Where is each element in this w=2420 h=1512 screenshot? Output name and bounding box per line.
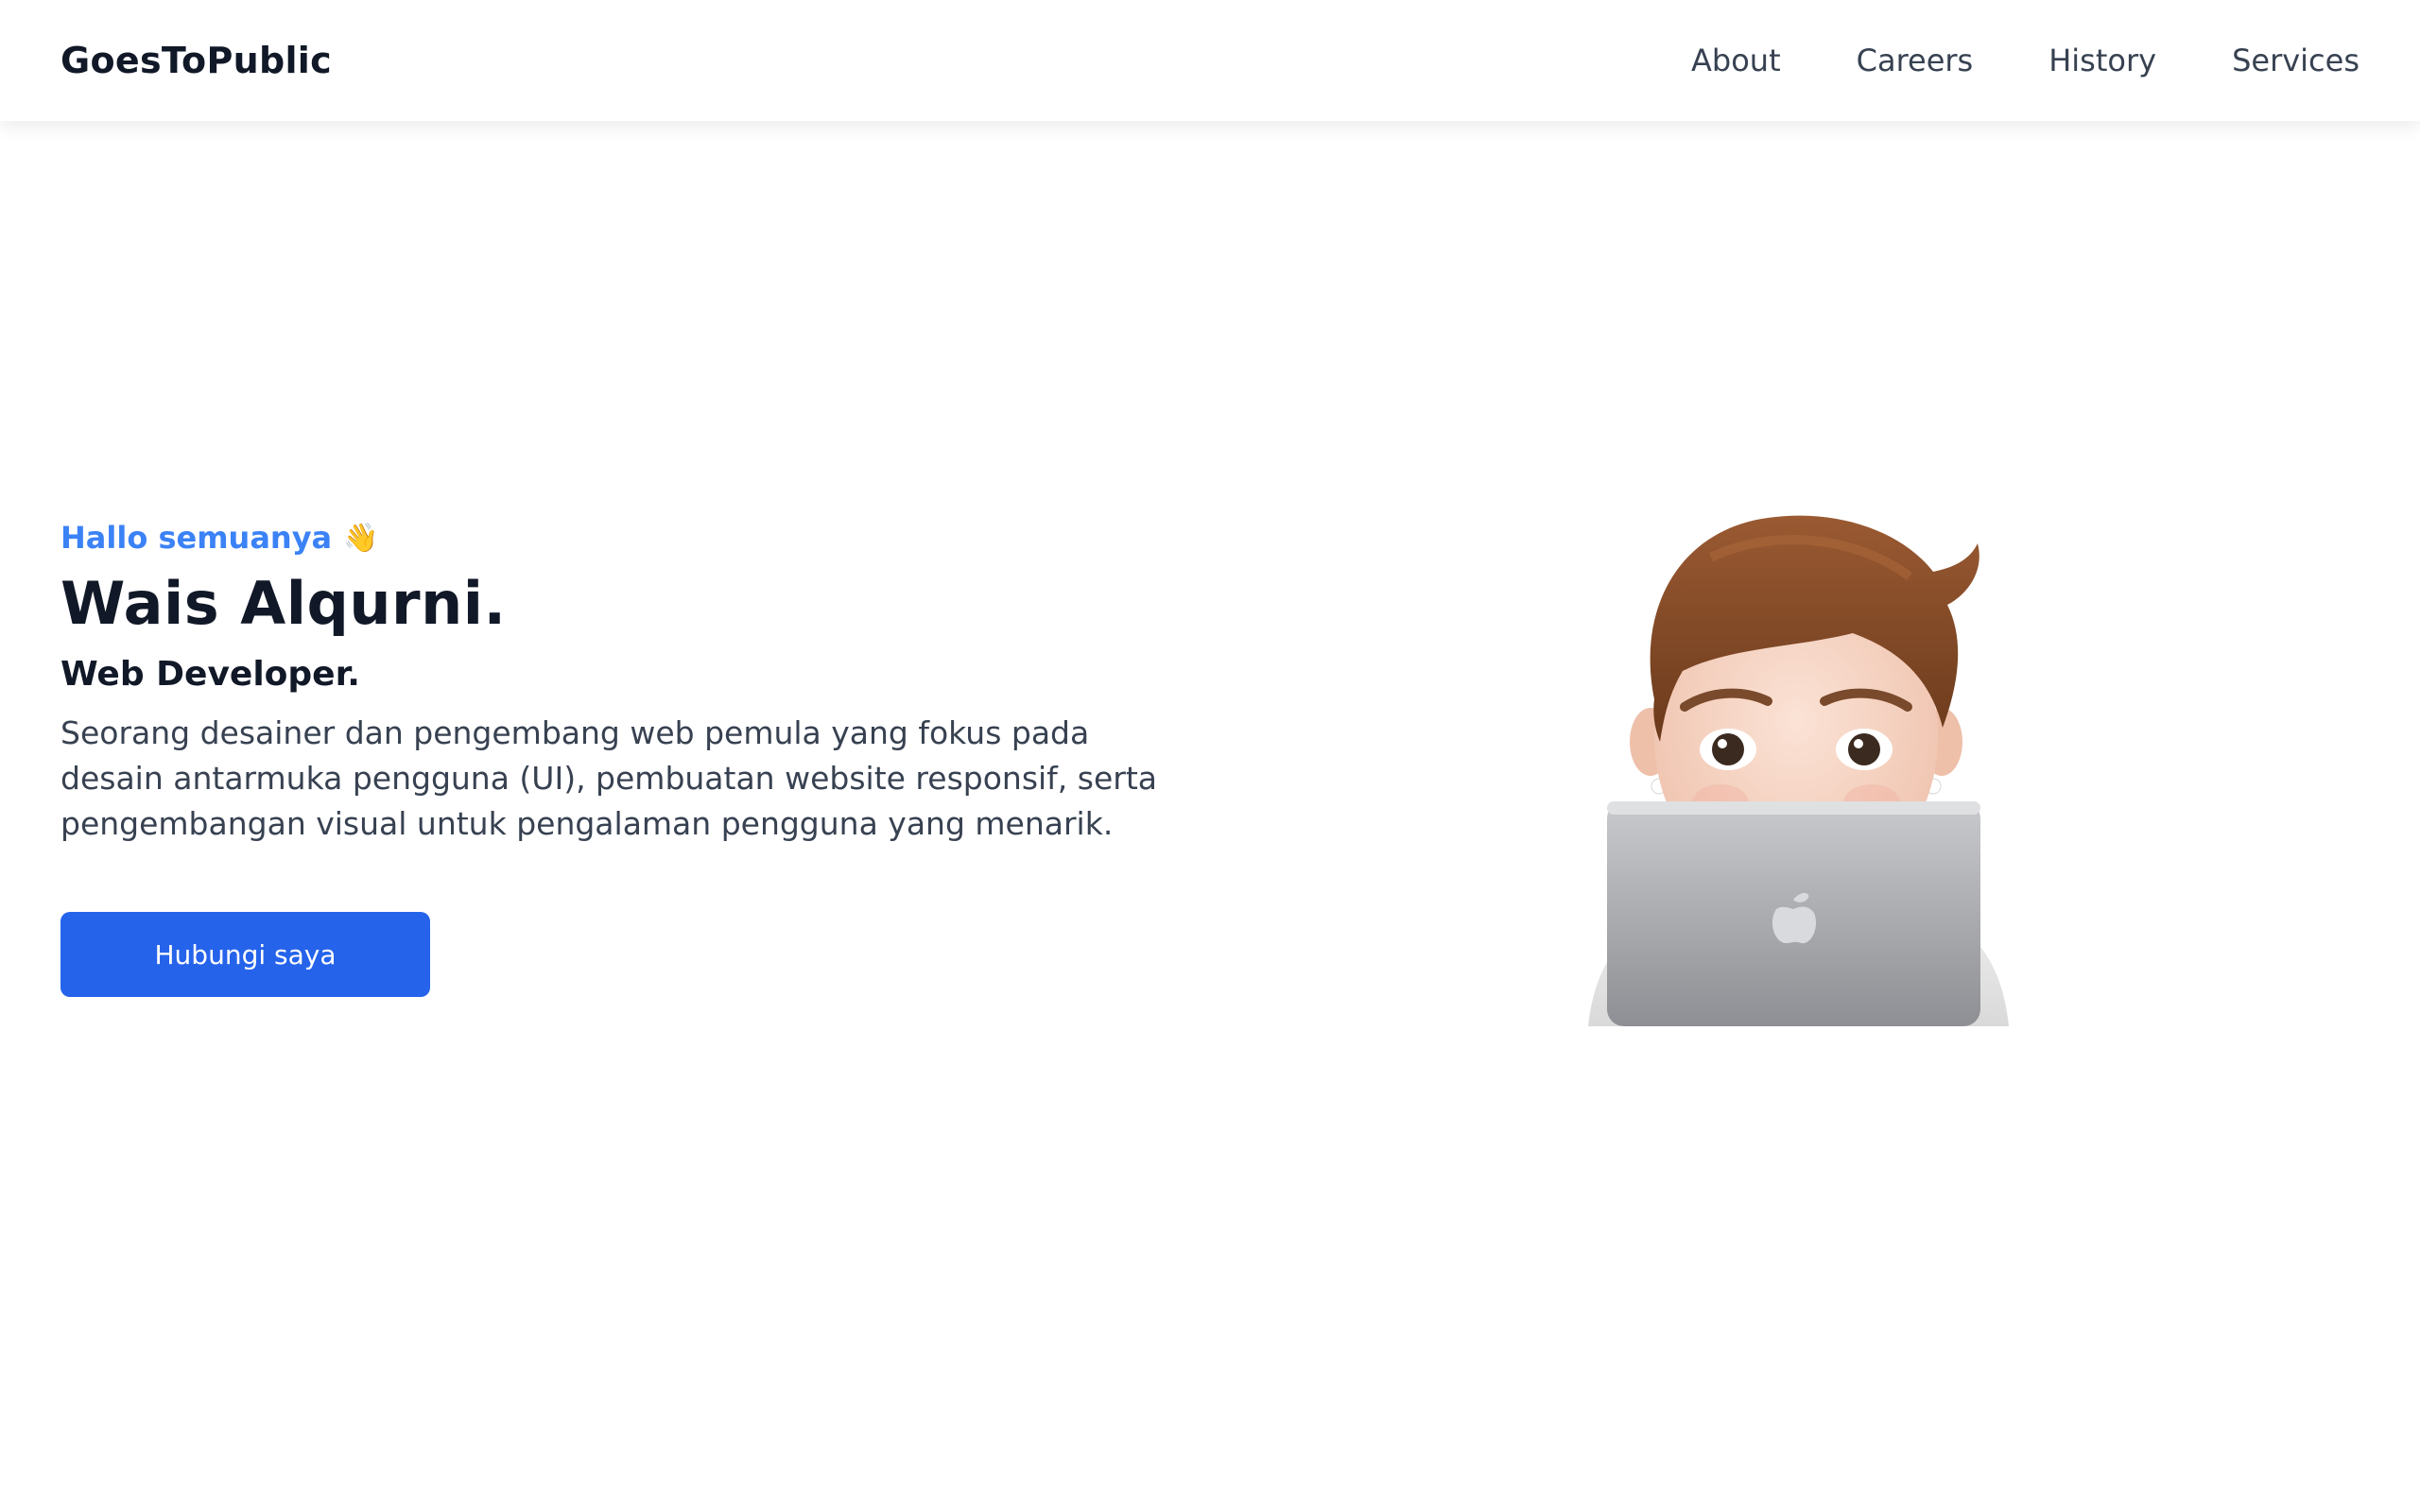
memoji-laptop-illustration — [1569, 491, 2023, 1040]
hero-name: Wais Alqurni. — [60, 569, 507, 638]
top-navbar: GoesToPublic About Careers History Servi… — [0, 0, 2420, 121]
nav-link-history[interactable]: History — [2048, 43, 2156, 78]
nav-links: About Careers History Services — [1691, 43, 2360, 78]
hero-greeting: Hallo semuanya 👋 — [60, 520, 1195, 556]
waving-hand-icon: 👋 — [343, 521, 379, 555]
nav-link-careers[interactable]: Careers — [1857, 43, 1974, 78]
hero-description: Seorang desainer dan pengembang web pemu… — [60, 714, 1157, 842]
nav-link-services[interactable]: Services — [2232, 43, 2360, 78]
greeting-text: Hallo semuanya — [60, 520, 333, 556]
contact-button[interactable]: Hubungi saya — [60, 912, 430, 997]
hero-section: Hallo semuanya 👋 Wais Alqurni. Web Devel… — [60, 520, 1195, 997]
brand-logo[interactable]: GoesToPublic — [60, 40, 332, 81]
hero-role: Web Developer. — [60, 655, 360, 694]
nav-link-about[interactable]: About — [1691, 43, 1781, 78]
